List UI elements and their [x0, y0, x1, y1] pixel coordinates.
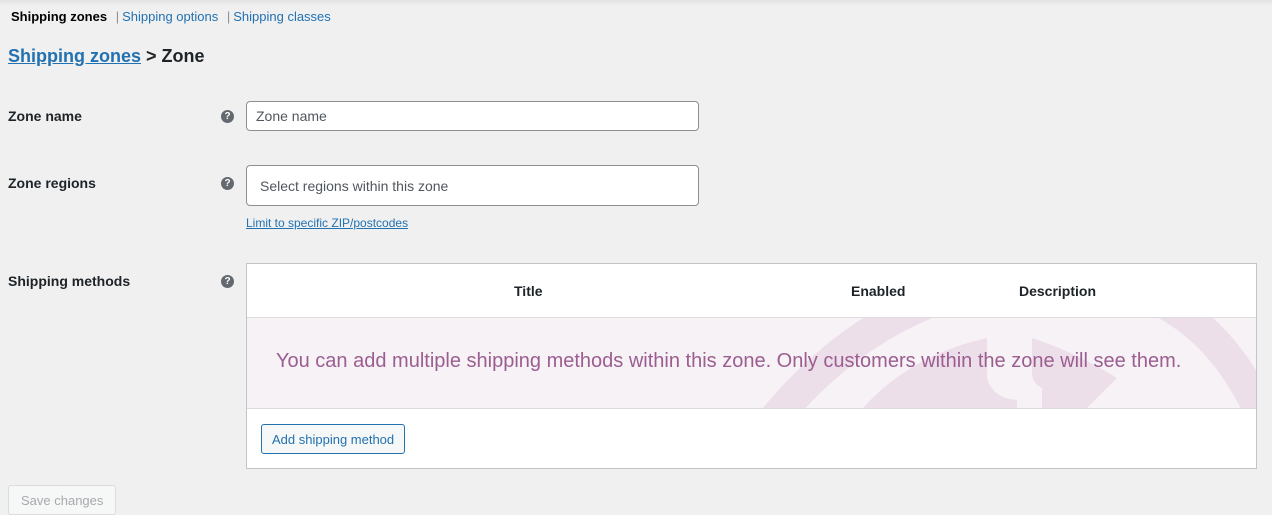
column-title: Title — [514, 283, 543, 299]
zone-name-input[interactable] — [246, 101, 699, 131]
subnav-separator: | — [226, 9, 231, 24]
zone-name-label: Zone name — [8, 108, 82, 124]
limit-postcodes-link[interactable]: Limit to specific ZIP/postcodes — [246, 216, 408, 230]
zone-regions-label: Zone regions — [8, 175, 96, 191]
shipping-subnav: Shipping zones | Shipping options | Shippi… — [11, 9, 331, 24]
shipping-methods-table: Title Enabled Description You can add mu… — [246, 263, 1257, 469]
save-changes-button[interactable]: Save changes — [8, 485, 117, 515]
question-circle-icon[interactable]: ? — [221, 177, 234, 190]
empty-state-row: You can add multiple shipping methods wi… — [247, 318, 1256, 409]
empty-state-message: You can add multiple shipping methods wi… — [276, 350, 1182, 372]
column-enabled: Enabled — [851, 283, 906, 299]
breadcrumb: Shipping zones > Zone — [8, 46, 205, 67]
breadcrumb-current: > Zone — [146, 46, 205, 66]
subnav-shipping-classes[interactable]: Shipping classes — [233, 9, 331, 24]
subnav-shipping-options[interactable]: Shipping options — [122, 9, 218, 24]
table-header: Title Enabled Description — [247, 264, 1256, 318]
question-circle-icon[interactable]: ? — [221, 275, 234, 288]
question-circle-icon[interactable]: ? — [221, 110, 234, 123]
column-description: Description — [1019, 283, 1097, 299]
top-shadow — [0, 0, 1272, 6]
subnav-shipping-zones[interactable]: Shipping zones — [11, 9, 107, 24]
add-shipping-method-button[interactable]: Add shipping method — [261, 424, 406, 454]
subnav-separator: | — [115, 9, 120, 24]
zone-regions-select[interactable]: Select regions within this zone — [246, 165, 699, 206]
shipping-methods-label: Shipping methods — [8, 273, 131, 289]
breadcrumb-shipping-zones-link[interactable]: Shipping zones — [8, 46, 141, 66]
zone-regions-placeholder: Select regions within this zone — [260, 177, 449, 194]
